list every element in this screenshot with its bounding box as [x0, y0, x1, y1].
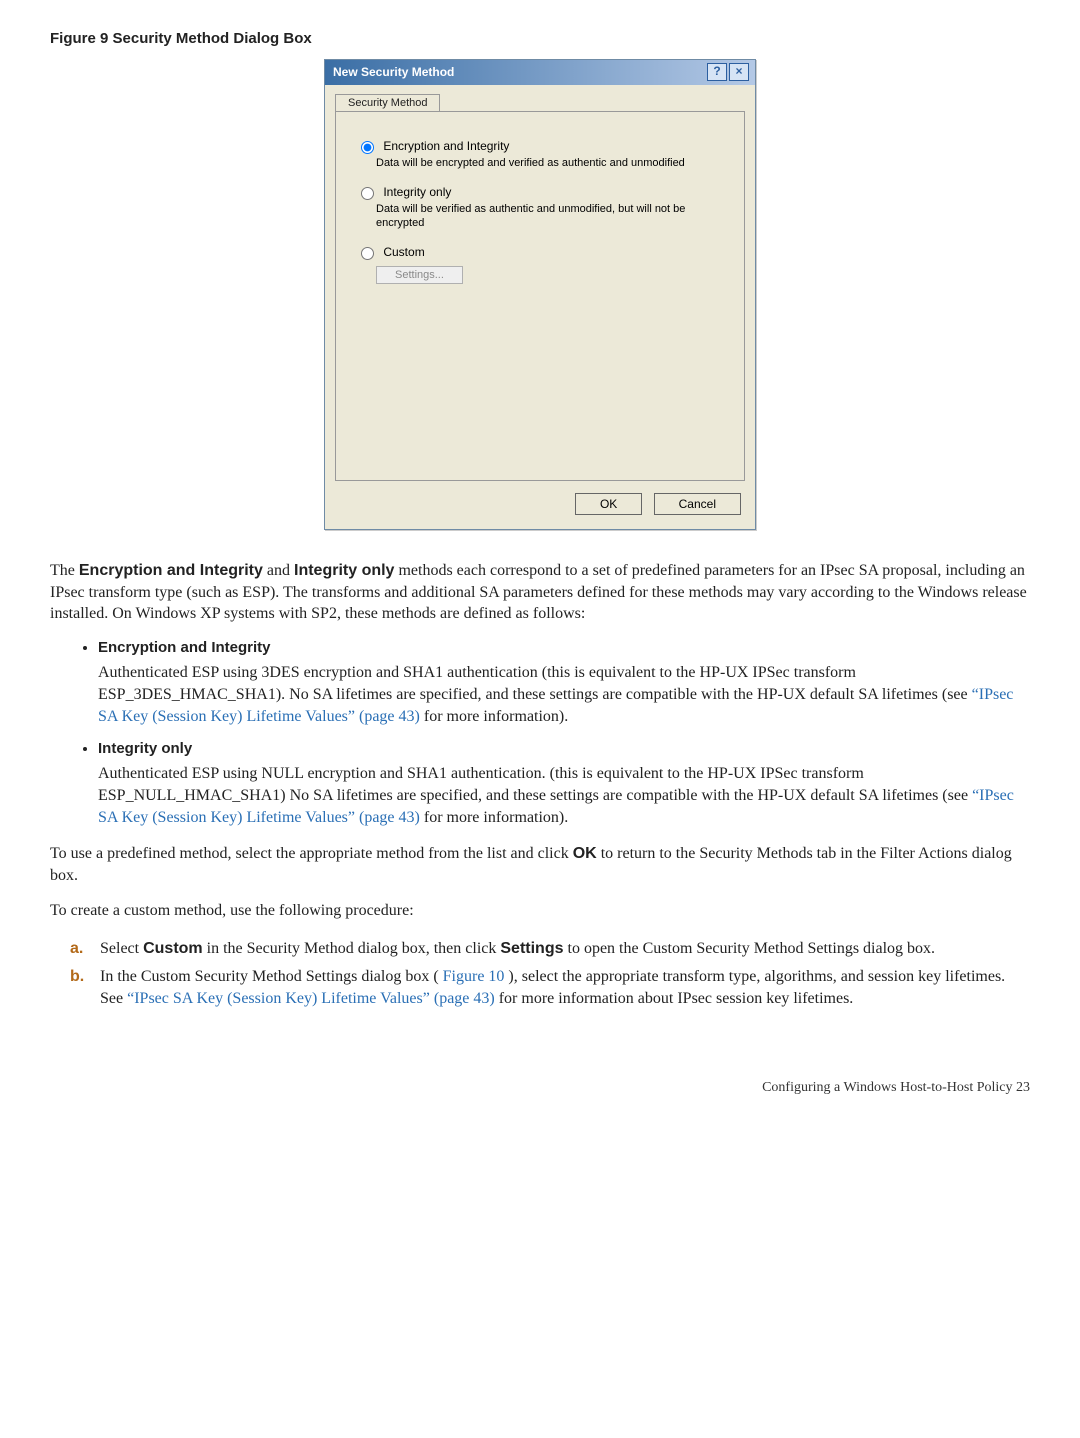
- method-list: Encryption and Integrity Authenticated E…: [50, 639, 1030, 829]
- list-heading: Encryption and Integrity: [98, 639, 271, 656]
- bold-custom: Custom: [143, 940, 203, 957]
- radio-custom-input[interactable]: [361, 247, 374, 260]
- bold-ok: OK: [573, 845, 597, 862]
- text-span: and: [267, 562, 294, 579]
- bold-integrity-only: Integrity only: [294, 562, 394, 579]
- list-body: Authenticated ESP using NULL encryption …: [98, 763, 1030, 829]
- tab-security-method[interactable]: Security Method: [335, 94, 440, 112]
- radio-encryption-integrity[interactable]: Encryption and Integrity: [356, 138, 730, 154]
- radio-encryption-integrity-label: Encryption and Integrity: [383, 139, 509, 153]
- hint-encryption-integrity: Data will be encrypted and verified as a…: [376, 156, 730, 170]
- radio-custom-label: Custom: [383, 245, 424, 259]
- dialog-wrapper: New Security Method ? × Security Method …: [50, 59, 1030, 530]
- step-b: In the Custom Security Method Settings d…: [70, 966, 1030, 1010]
- page-footer: Configuring a Windows Host-to-Host Polic…: [50, 1080, 1030, 1096]
- dialog-titlebar: New Security Method ? ×: [325, 60, 755, 85]
- dialog-title: New Security Method: [333, 65, 454, 79]
- titlebar-buttons: ? ×: [707, 63, 749, 81]
- link-ipsec-sa-key-3[interactable]: “IPsec SA Key (Session Key) Lifetime Val…: [127, 990, 495, 1007]
- help-icon[interactable]: ?: [707, 63, 727, 81]
- text-span: to open the Custom Security Method Setti…: [568, 940, 936, 957]
- list-heading: Integrity only: [98, 740, 192, 757]
- text-span: Authenticated ESP using NULL encryption …: [98, 765, 972, 804]
- text-span: The: [50, 562, 79, 579]
- security-method-dialog: New Security Method ? × Security Method …: [324, 59, 756, 530]
- close-icon[interactable]: ×: [729, 63, 749, 81]
- text-span: Authenticated ESP using 3DES encryption …: [98, 664, 972, 703]
- figure-caption: Figure 9 Security Method Dialog Box: [50, 30, 1030, 47]
- list-body: Authenticated ESP using 3DES encryption …: [98, 662, 1030, 728]
- text-span: for more information).: [424, 809, 568, 826]
- bold-encryption-integrity: Encryption and Integrity: [79, 562, 263, 579]
- step-a: Select Custom in the Security Method dia…: [70, 938, 1030, 960]
- steps-list: Select Custom in the Security Method dia…: [50, 938, 1030, 1010]
- hint-integrity-only: Data will be verified as authentic and u…: [376, 202, 730, 230]
- radio-integrity-only[interactable]: Integrity only: [356, 184, 730, 200]
- ok-button[interactable]: OK: [575, 493, 642, 515]
- list-item-integrity-only: Integrity only Authenticated ESP using N…: [98, 740, 1030, 829]
- text-span: To use a predefined method, select the a…: [50, 845, 573, 862]
- dialog-button-row: OK Cancel: [325, 493, 755, 529]
- radio-custom[interactable]: Custom: [356, 244, 730, 260]
- intro-paragraph: The Encryption and Integrity and Integri…: [50, 560, 1030, 625]
- radio-integrity-only-label: Integrity only: [383, 185, 451, 199]
- radio-integrity-only-input[interactable]: [361, 187, 374, 200]
- link-figure-10[interactable]: Figure 10: [443, 968, 505, 985]
- tabstrip: Security Method: [325, 85, 755, 111]
- custom-intro: To create a custom method, use the follo…: [50, 900, 1030, 922]
- settings-button[interactable]: Settings...: [376, 266, 463, 284]
- radio-encryption-integrity-input[interactable]: [361, 141, 374, 154]
- tab-panel: Encryption and Integrity Data will be en…: [335, 111, 745, 481]
- cancel-button[interactable]: Cancel: [654, 493, 741, 515]
- text-span: in the Security Method dialog box, then …: [207, 940, 501, 957]
- text-span: Select: [100, 940, 143, 957]
- text-span: for more information about IPsec session…: [499, 990, 854, 1007]
- bold-settings: Settings: [500, 940, 563, 957]
- list-item-encryption-integrity: Encryption and Integrity Authenticated E…: [98, 639, 1030, 728]
- text-span: for more information).: [424, 708, 568, 725]
- predefined-paragraph: To use a predefined method, select the a…: [50, 843, 1030, 886]
- text-span: In the Custom Security Method Settings d…: [100, 968, 439, 985]
